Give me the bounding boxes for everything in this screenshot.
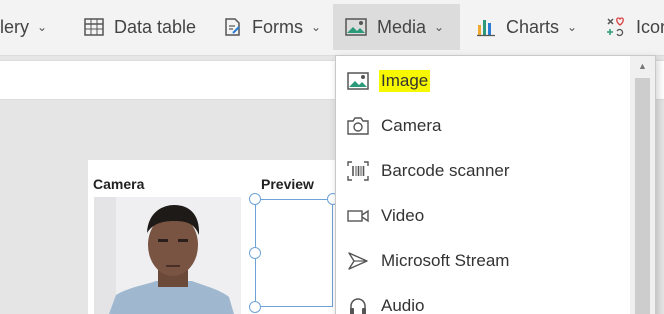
chevron-down-icon: ⌄ [37, 20, 48, 34]
menu-item-label: Video [381, 205, 425, 225]
icons-icon [607, 17, 624, 37]
resize-handle[interactable] [249, 247, 261, 259]
camera-icon [346, 114, 370, 138]
menu-item-label: Image [379, 69, 431, 92]
stream-icon [346, 249, 370, 273]
ribbon-gallery-button[interactable]: llery ⌄ [0, 4, 59, 50]
ribbon-icons-button[interactable]: Icon [592, 4, 664, 50]
preview-image-control[interactable] [255, 199, 333, 307]
scroll-up-arrow-icon[interactable]: ▲ [630, 56, 655, 76]
ribbon-data-table-label: Data table [114, 16, 197, 37]
ribbon-gallery-label: llery [0, 16, 30, 37]
chevron-down-icon: ⌄ [434, 20, 445, 34]
menu-item-image[interactable]: Image [336, 58, 632, 103]
ribbon-forms-label: Forms [252, 16, 303, 37]
media-image-icon [345, 18, 367, 36]
chevron-down-icon: ⌄ [567, 20, 578, 34]
insert-ribbon: llery ⌄ Data table Forms ⌄ Media ⌄ [0, 0, 664, 56]
video-icon [346, 204, 370, 228]
preview-label: Preview [261, 176, 314, 192]
menu-item-audio[interactable]: Audio [336, 283, 632, 314]
resize-handle[interactable] [249, 193, 261, 205]
chevron-down-icon: ⌄ [311, 20, 322, 34]
barcode-icon [346, 159, 370, 183]
menu-item-label: Audio [381, 295, 425, 314]
menu-item-label: Camera [381, 115, 442, 135]
ribbon-data-table-button[interactable]: Data table [72, 4, 208, 50]
ribbon-media-button[interactable]: Media ⌄ [333, 4, 460, 50]
ribbon-charts-button[interactable]: Charts ⌄ [464, 4, 589, 50]
ribbon-media-label: Media [377, 16, 427, 37]
menu-scrollbar[interactable]: ▲ [630, 56, 655, 314]
ribbon-forms-button[interactable]: Forms ⌄ [210, 4, 333, 50]
menu-item-video[interactable]: Video [336, 193, 632, 238]
menu-item-camera[interactable]: Camera [336, 103, 632, 148]
camera-feed[interactable] [94, 197, 241, 314]
headphones-icon [346, 294, 370, 314]
scrollbar-thumb[interactable] [635, 78, 650, 314]
menu-item-label: Microsoft Stream [381, 250, 510, 270]
resize-handle[interactable] [249, 301, 261, 313]
menu-item-microsoft-stream[interactable]: Microsoft Stream [336, 238, 632, 283]
table-icon [84, 18, 104, 36]
form-icon [225, 18, 240, 36]
menu-item-label: Barcode scanner [381, 160, 510, 180]
menu-item-barcode-scanner[interactable]: Barcode scanner [336, 148, 632, 193]
image-icon [346, 69, 370, 93]
chart-icon [477, 20, 495, 37]
media-dropdown-menu: Image Camera Barcode scanner Video Micro… [335, 55, 656, 314]
camera-label: Camera [93, 176, 145, 192]
ribbon-icons-label: Icon [636, 16, 664, 37]
ribbon-charts-label: Charts [506, 16, 560, 37]
person-photo [94, 197, 241, 314]
